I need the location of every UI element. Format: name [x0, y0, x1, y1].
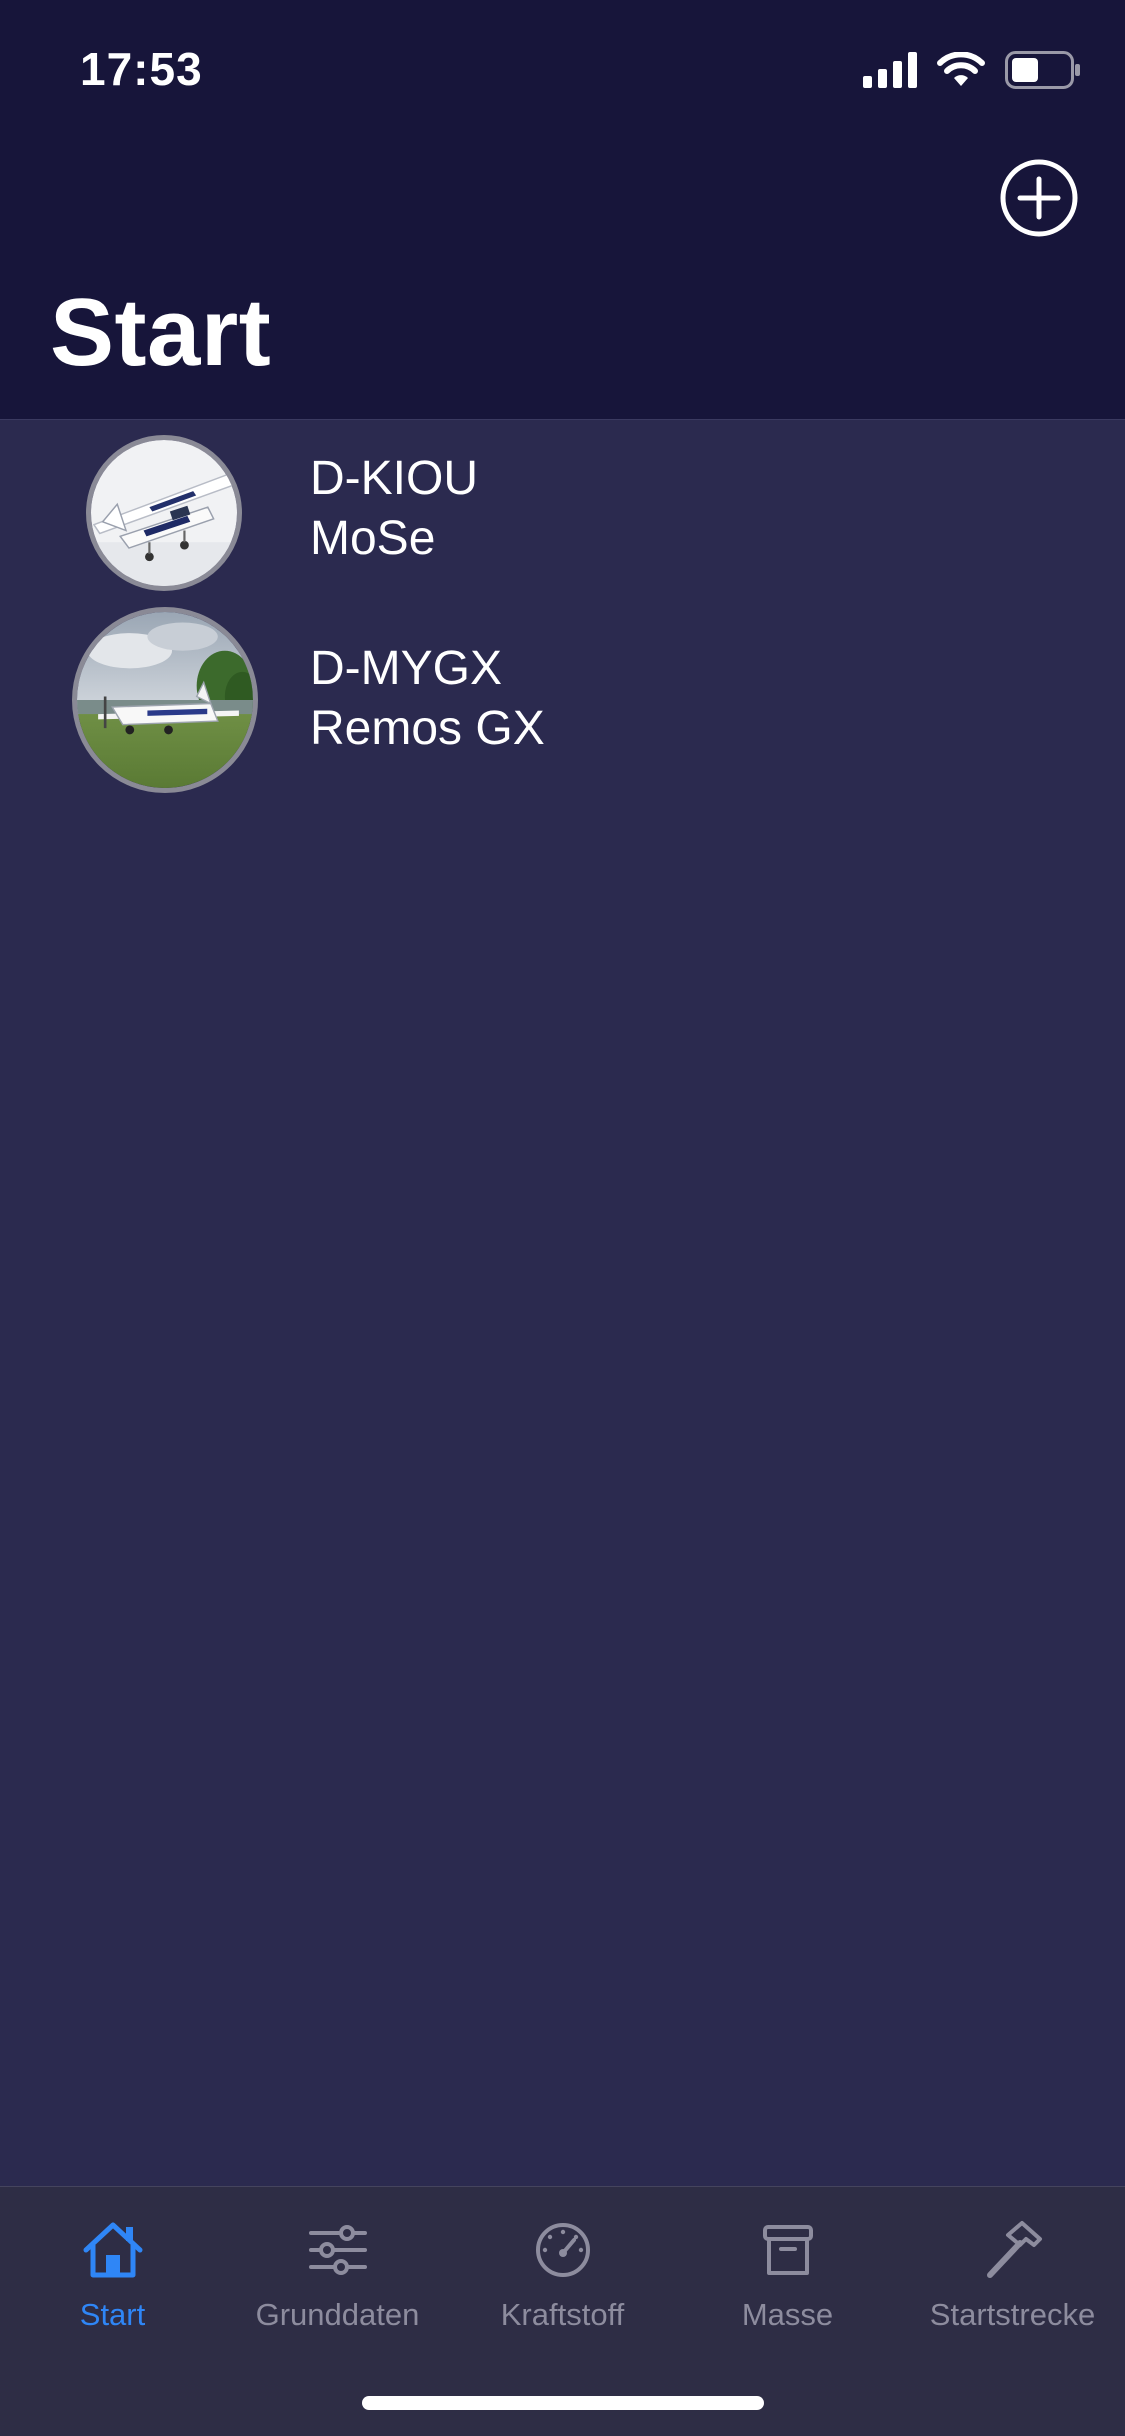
aircraft-registration: D-MYGX	[310, 642, 502, 695]
plus-circle-icon	[1000, 159, 1078, 237]
house-icon	[78, 2215, 148, 2285]
tab-masse[interactable]: Masse	[675, 2215, 900, 2345]
start-screen: 17:53 Start D-KIOU MoSe D-MYGX Remos GX …	[0, 0, 1125, 2436]
airplane-photo	[91, 440, 237, 586]
tab-label: Start	[79, 2297, 146, 2332]
gauge-icon	[528, 2215, 598, 2285]
tab-label: Startstrecke	[929, 2297, 1096, 2332]
status-icons	[863, 48, 1081, 92]
aircraft-row-d-kiou[interactable]: D-KIOU MoSe	[0, 421, 1125, 601]
tab-label: Kraftstoff	[500, 2297, 625, 2332]
aircraft-model: MoSe	[310, 512, 436, 565]
tab-startstrecke[interactable]: Startstrecke	[900, 2215, 1125, 2345]
navigation-header: 17:53 Start	[0, 0, 1125, 420]
status-bar: 17:53	[0, 0, 1125, 140]
sliders-icon	[303, 2215, 373, 2285]
archive-box-icon	[753, 2215, 823, 2285]
cellular-signal-icon	[863, 52, 917, 88]
aircraft-registration: D-KIOU	[310, 452, 478, 505]
battery-icon	[1005, 51, 1080, 89]
wifi-icon	[937, 52, 985, 86]
aircraft-avatar	[72, 607, 258, 793]
aircraft-avatar	[86, 435, 242, 591]
page-title: Start	[50, 279, 272, 386]
tab-label: Grunddaten	[255, 2297, 420, 2332]
airplane-on-grass-photo	[77, 612, 253, 788]
tab-start[interactable]: Start	[0, 2215, 225, 2345]
aircraft-text: D-KIOU MoSe	[310, 449, 478, 569]
add-aircraft-button[interactable]	[999, 158, 1079, 238]
tab-label: Masse	[741, 2297, 834, 2332]
tab-kraftstoff[interactable]: Kraftstoff	[450, 2215, 675, 2345]
aircraft-model: Remos GX	[310, 702, 545, 755]
tab-grunddaten[interactable]: Grunddaten	[225, 2215, 450, 2345]
hammer-icon	[978, 2215, 1048, 2285]
aircraft-text: D-MYGX Remos GX	[310, 639, 545, 759]
home-indicator[interactable]	[362, 2396, 764, 2410]
status-time: 17:53	[80, 43, 203, 95]
aircraft-row-d-mygx[interactable]: D-MYGX Remos GX	[0, 601, 1125, 801]
